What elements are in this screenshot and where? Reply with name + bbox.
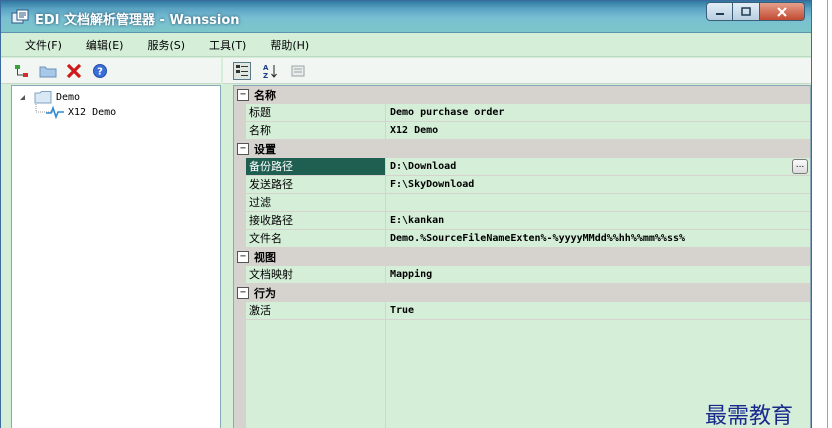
property-row-receive-path[interactable]: 接收路径 E:\kankan <box>234 212 810 230</box>
collapse-toggle-icon[interactable]: − <box>237 251 249 263</box>
category-behavior-row[interactable]: − 行为 <box>234 284 810 302</box>
property-name: 文件名 <box>246 230 386 248</box>
property-value[interactable]: Demo purchase order <box>386 104 810 122</box>
category-label: 设置 <box>254 143 276 156</box>
menu-service[interactable]: 服务(S) <box>135 37 197 53</box>
property-row-document-mapping[interactable]: 文档映射 Mapping <box>234 266 810 284</box>
menu-help[interactable]: 帮助(H) <box>258 37 321 53</box>
property-pages-button[interactable] <box>289 62 307 80</box>
pane-splitter[interactable] <box>221 85 233 428</box>
category-settings-row[interactable]: − 设置 <box>234 140 810 158</box>
maximize-button[interactable] <box>733 2 760 21</box>
pulse-document-icon <box>46 105 64 119</box>
property-row-filter[interactable]: 过滤 <box>234 194 810 212</box>
folder-icon <box>34 91 52 104</box>
menu-tools[interactable]: 工具(T) <box>197 37 258 53</box>
category-label: 视图 <box>254 251 276 264</box>
tree-node-label: X12 Demo <box>68 106 117 118</box>
app-window: EDI 文档解析管理器 - Wanssion 文件(F) 编辑(E) 服务(S)… <box>0 0 812 428</box>
title-bar[interactable]: EDI 文档解析管理器 - Wanssion <box>1 1 811 33</box>
add-node-button[interactable] <box>13 62 31 80</box>
property-value[interactable]: D:\Download ... <box>386 158 810 176</box>
property-grid[interactable]: − 名称 标题 Demo purchase order 名称 X12 Demo … <box>233 85 811 428</box>
property-name: 接收路径 <box>246 212 386 230</box>
property-value[interactable]: F:\SkyDownload <box>386 176 810 194</box>
sort-alpha-icon: A Z <box>263 64 277 79</box>
property-row-activate[interactable]: 激活 True <box>234 302 810 320</box>
app-icon <box>11 9 29 24</box>
property-value[interactable]: True <box>386 302 810 320</box>
add-node-icon <box>15 64 28 77</box>
window-title: EDI 文档解析管理器 - Wanssion <box>35 13 240 28</box>
watermark: 最需教育 <box>705 404 794 428</box>
svg-text:A: A <box>263 64 269 72</box>
sort-alpha-button[interactable]: A Z <box>261 62 279 80</box>
tree-view[interactable]: Demo X12 Demo <box>11 85 221 428</box>
property-row-title[interactable]: 标题 Demo purchase order <box>234 104 810 122</box>
property-pages-icon <box>291 65 305 76</box>
window-controls <box>706 2 805 21</box>
outer-border-line <box>827 0 828 428</box>
property-name: 文档映射 <box>246 266 386 284</box>
close-icon <box>777 6 787 17</box>
property-name: 发送路径 <box>246 176 386 194</box>
category-name-row[interactable]: − 名称 <box>234 86 810 104</box>
tree-node-label: Demo <box>56 91 81 103</box>
categorized-view-icon <box>236 64 248 76</box>
property-toolbar: A Z <box>223 58 811 84</box>
delete-icon <box>66 63 82 78</box>
tree-node-x12-demo[interactable]: X12 Demo <box>46 105 116 119</box>
property-row-send-path[interactable]: 发送路径 F:\SkyDownload <box>234 176 810 194</box>
help-button[interactable]: ? <box>91 62 109 80</box>
menu-file[interactable]: 文件(F) <box>13 37 74 53</box>
folder-icon <box>39 66 57 77</box>
maximize-icon <box>741 7 751 16</box>
svg-text:Z: Z <box>263 72 268 79</box>
minimize-icon <box>715 12 724 15</box>
help-icon: ? <box>93 63 107 78</box>
tree-node-demo[interactable]: Demo <box>18 90 80 104</box>
menu-bar: 文件(F) 编辑(E) 服务(S) 工具(T) 帮助(H) <box>1 34 811 57</box>
property-row-filename[interactable]: 文件名 Demo.%SourceFileNameExten%-%yyyyMMdd… <box>234 230 810 248</box>
property-name: 标题 <box>246 104 386 122</box>
close-button[interactable] <box>760 2 805 21</box>
property-value[interactable] <box>386 194 810 212</box>
property-value[interactable]: E:\kankan <box>386 212 810 230</box>
new-folder-button[interactable] <box>39 62 57 80</box>
tree-toolbar: ? <box>1 58 221 84</box>
category-label: 行为 <box>254 287 276 300</box>
collapse-toggle-icon[interactable]: − <box>237 143 249 155</box>
property-row-backup-path[interactable]: 备份路径 D:\Download ... <box>234 158 810 176</box>
collapse-toggle-icon[interactable]: − <box>237 89 249 101</box>
property-name: 激活 <box>246 302 386 320</box>
property-name: 过滤 <box>246 194 386 212</box>
property-value[interactable]: Demo.%SourceFileNameExten%-%yyyyMMdd%%hh… <box>386 230 810 248</box>
property-value-text: D:\Download <box>390 161 457 172</box>
property-value[interactable]: X12 Demo <box>386 122 810 140</box>
categorized-button[interactable] <box>233 61 251 80</box>
menu-edit[interactable]: 编辑(E) <box>74 37 136 53</box>
delete-button[interactable] <box>65 62 83 80</box>
collapse-arrow-icon <box>20 95 25 100</box>
browse-button[interactable]: ... <box>792 159 808 174</box>
property-name-selected: 备份路径 <box>246 158 386 176</box>
property-value[interactable]: Mapping <box>386 266 810 284</box>
category-view-row[interactable]: − 视图 <box>234 248 810 266</box>
category-label: 名称 <box>254 89 276 102</box>
minimize-button[interactable] <box>706 2 733 21</box>
collapse-toggle-icon[interactable]: − <box>237 287 249 299</box>
svg-text:?: ? <box>97 66 103 77</box>
property-row-name[interactable]: 名称 X12 Demo <box>234 122 810 140</box>
property-name: 名称 <box>246 122 386 140</box>
